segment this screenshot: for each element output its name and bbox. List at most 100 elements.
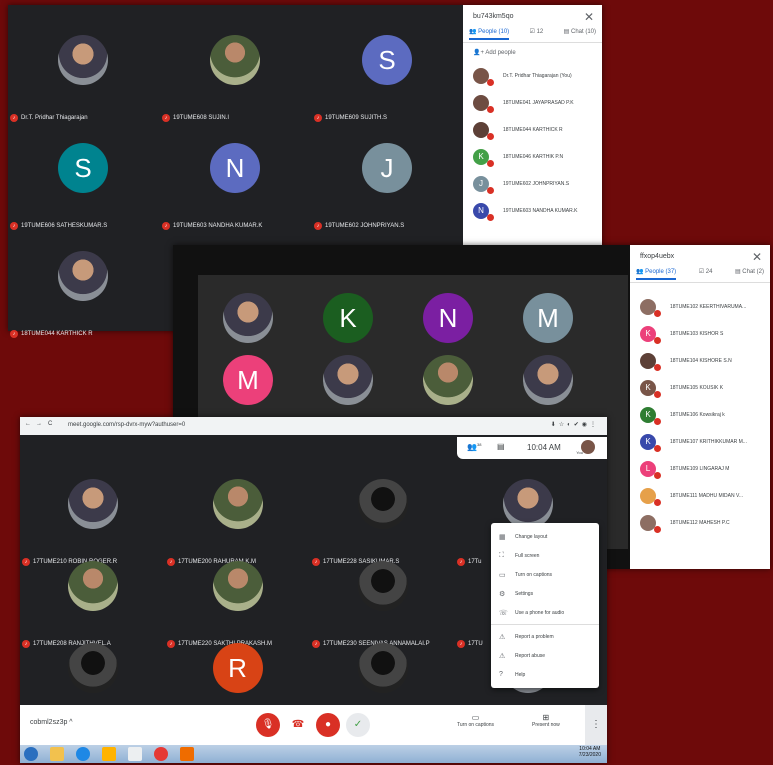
participant-row[interactable]: L 18TUME109 LINGARAJ M xyxy=(630,455,770,482)
captions-icon: ▭ xyxy=(471,713,480,722)
menu-item[interactable]: ⛶ Full screen xyxy=(491,546,599,565)
tab-chat[interactable]: ▤ Chat (10) xyxy=(564,28,596,40)
chrome-icon[interactable] xyxy=(154,747,168,761)
participant-row[interactable]: 18TUME041 JAYAPRASAD P.K xyxy=(463,89,602,116)
tab-tasks[interactable]: ☑ 12 xyxy=(530,28,544,40)
avatar: R xyxy=(212,643,263,693)
tab-tasks[interactable]: ☑ 24 xyxy=(699,268,713,280)
avatar xyxy=(67,561,118,611)
tab-chat[interactable]: ▤ Chat (2) xyxy=(735,268,764,280)
report-abuse-icon: ⚠ xyxy=(499,652,506,660)
participant-row[interactable]: K 18TUME046 KARTHIK P.N xyxy=(463,143,602,170)
close-icon[interactable]: ✕ xyxy=(584,10,594,24)
notes-icon[interactable] xyxy=(128,747,142,761)
avatar xyxy=(357,479,408,529)
panel-tabs: 👥 People (37) ☑ 24 ▤ Chat (2) xyxy=(630,264,770,283)
participant-tile[interactable]: S ♪ 19TUME609 SUJITH.S xyxy=(312,23,462,128)
participant-tile[interactable]: J ♪ 19TUME602 JOHNPRIYAN.S xyxy=(312,131,462,236)
ie-icon[interactable] xyxy=(76,747,90,761)
top-bar: 👥38 ▤ 10:04 AM You xyxy=(457,437,607,459)
menu-item[interactable]: ⚠ Report abuse xyxy=(491,646,599,665)
participant-row[interactable]: J 19TUME602 JOHNPRIYAN.S xyxy=(463,170,602,197)
meet-window-3: ← → C meet.google.com/rsp-dvrx-myw?authu… xyxy=(20,417,607,763)
participant-row[interactable]: 18TUME111 MADHU MIDAN V... xyxy=(630,482,770,509)
back-icon[interactable]: ← xyxy=(25,421,31,427)
present-icon: ⊞ xyxy=(542,713,550,722)
mic-off-icon: ♪ xyxy=(162,222,170,230)
participant-row[interactable]: 18TUME102 KEERTHIVARUMA... xyxy=(630,293,770,320)
menu-item[interactable]: ⚠ Report a problem xyxy=(491,627,599,646)
address-bar[interactable]: meet.google.com/rsp-dvrx-myw?authuser=0 xyxy=(68,422,185,428)
participant-row[interactable]: 18TUME044 KARTHICK R xyxy=(463,116,602,143)
captions-button[interactable]: ▭ Turn on captions xyxy=(457,713,494,728)
fullscreen-icon: ⛶ xyxy=(499,551,504,559)
participant-name: ♪ 18TUME044 KARTHICK R xyxy=(10,330,93,338)
more-options-icon[interactable]: ⋮ xyxy=(585,705,607,745)
avatar xyxy=(502,479,553,529)
you-label: You xyxy=(576,450,583,455)
participant-row[interactable]: K 18TUME103 KISHOR S xyxy=(630,320,770,347)
folder-icon[interactable] xyxy=(50,747,64,761)
add-people-button[interactable]: 👤+ Add people xyxy=(463,43,602,62)
participant-row[interactable]: K 18TUME105 KOUSIK K xyxy=(630,374,770,401)
participant-row[interactable]: K 18TUME107 KRITHIKKUMAR M... xyxy=(630,428,770,455)
forward-icon[interactable]: → xyxy=(36,421,42,427)
people-icon[interactable]: 👥38 xyxy=(467,442,481,452)
participant-row[interactable]: 18TUME104 KISHORE S.N xyxy=(630,347,770,374)
participant-name: 18TUME102 KEERTHIVARUMA... xyxy=(670,303,747,310)
menu-item[interactable]: ▦ Change layout xyxy=(491,527,599,546)
participant-avatar xyxy=(640,298,661,317)
participant-tile[interactable]: S ♪ 19TUME606 SATHESKUMAR.S xyxy=(8,131,158,236)
participant-tile[interactable]: N ♪ 19TUME603 NANDHA KUMAR.K xyxy=(160,131,310,236)
participant-name: ♪ 19TUME608 SUJIN.I xyxy=(162,114,229,122)
mic-off-icon: ♪ xyxy=(162,114,170,122)
menu-item[interactable]: ⚙ Settings xyxy=(491,584,599,603)
tab-people[interactable]: 👥 People (10) xyxy=(469,28,510,40)
participant-avatar: L xyxy=(640,460,661,479)
captions-icon: ▭ xyxy=(499,571,506,579)
participant-avatar: K xyxy=(640,406,661,425)
checkbox-icon: ☑ xyxy=(698,269,705,275)
tab-people[interactable]: 👥 People (37) xyxy=(636,268,677,280)
menu-item[interactable]: ☏ Use a phone for audio xyxy=(491,603,599,622)
participant-row[interactable]: Dr.T. Pridhar Thiagarajan (You) xyxy=(463,62,602,89)
participant-row[interactable]: K 18TUME106 Kowsikraj k xyxy=(630,401,770,428)
meeting-id: bu743km5qo ✕ xyxy=(473,10,594,24)
reload-icon[interactable]: C xyxy=(48,421,52,427)
avatar: N xyxy=(423,293,473,343)
check-button[interactable]: ✓ xyxy=(346,713,370,737)
extensions-icons[interactable]: ⬇☆◐✔◉⋮ xyxy=(551,421,599,428)
participant-row[interactable]: N 19TUME603 NANDHA KUMAR.K xyxy=(463,197,602,224)
settings-icon: ⚙ xyxy=(499,590,506,598)
leave-call-button[interactable]: ☎ xyxy=(286,713,310,737)
avatar xyxy=(212,479,263,529)
menu-item[interactable]: ? Help xyxy=(491,665,599,684)
layout-icon: ▦ xyxy=(499,533,506,541)
clock: 10:04 AM xyxy=(527,443,561,452)
app-icon[interactable] xyxy=(180,747,194,761)
media-icon[interactable] xyxy=(102,747,116,761)
avatar[interactable] xyxy=(581,440,595,454)
start-button[interactable] xyxy=(24,747,38,761)
mic-off-icon: ♪ xyxy=(314,222,322,230)
participant-name: 18TUME111 MADHU MIDAN V... xyxy=(670,492,743,499)
participant-tile[interactable]: ♪ 19TUME608 SUJIN.I xyxy=(160,23,310,128)
close-icon[interactable]: ✕ xyxy=(752,250,762,264)
avatar xyxy=(58,35,108,85)
chat-icon[interactable]: ▤ xyxy=(497,442,505,451)
avatar: J xyxy=(362,143,412,193)
menu-item[interactable]: ▭ Turn on captions xyxy=(491,565,599,584)
browser-bar: ← → C meet.google.com/rsp-dvrx-myw?authu… xyxy=(20,417,607,435)
mic-off-icon: ♪ xyxy=(10,330,18,338)
participant-avatar: K xyxy=(473,148,494,167)
mic-off-button[interactable]: 🎙 xyxy=(256,713,280,737)
avatar xyxy=(58,251,108,301)
participant-avatar: K xyxy=(640,325,661,344)
camera-off-button[interactable]: ● xyxy=(316,713,340,737)
present-button[interactable]: ⊞ Present now xyxy=(532,713,560,728)
participant-tile[interactable]: ♪ 18TUME044 KARTHICK R xyxy=(8,239,158,344)
add-person-icon: 👤+ xyxy=(473,50,484,56)
participant-tile[interactable]: ♪ Dr.T. Pridhar Thiagarajan xyxy=(8,23,158,128)
meeting-code[interactable]: cobml2sz3p ^ xyxy=(30,719,73,726)
participant-row[interactable]: 18TUME112 MAHESH P.C xyxy=(630,509,770,536)
